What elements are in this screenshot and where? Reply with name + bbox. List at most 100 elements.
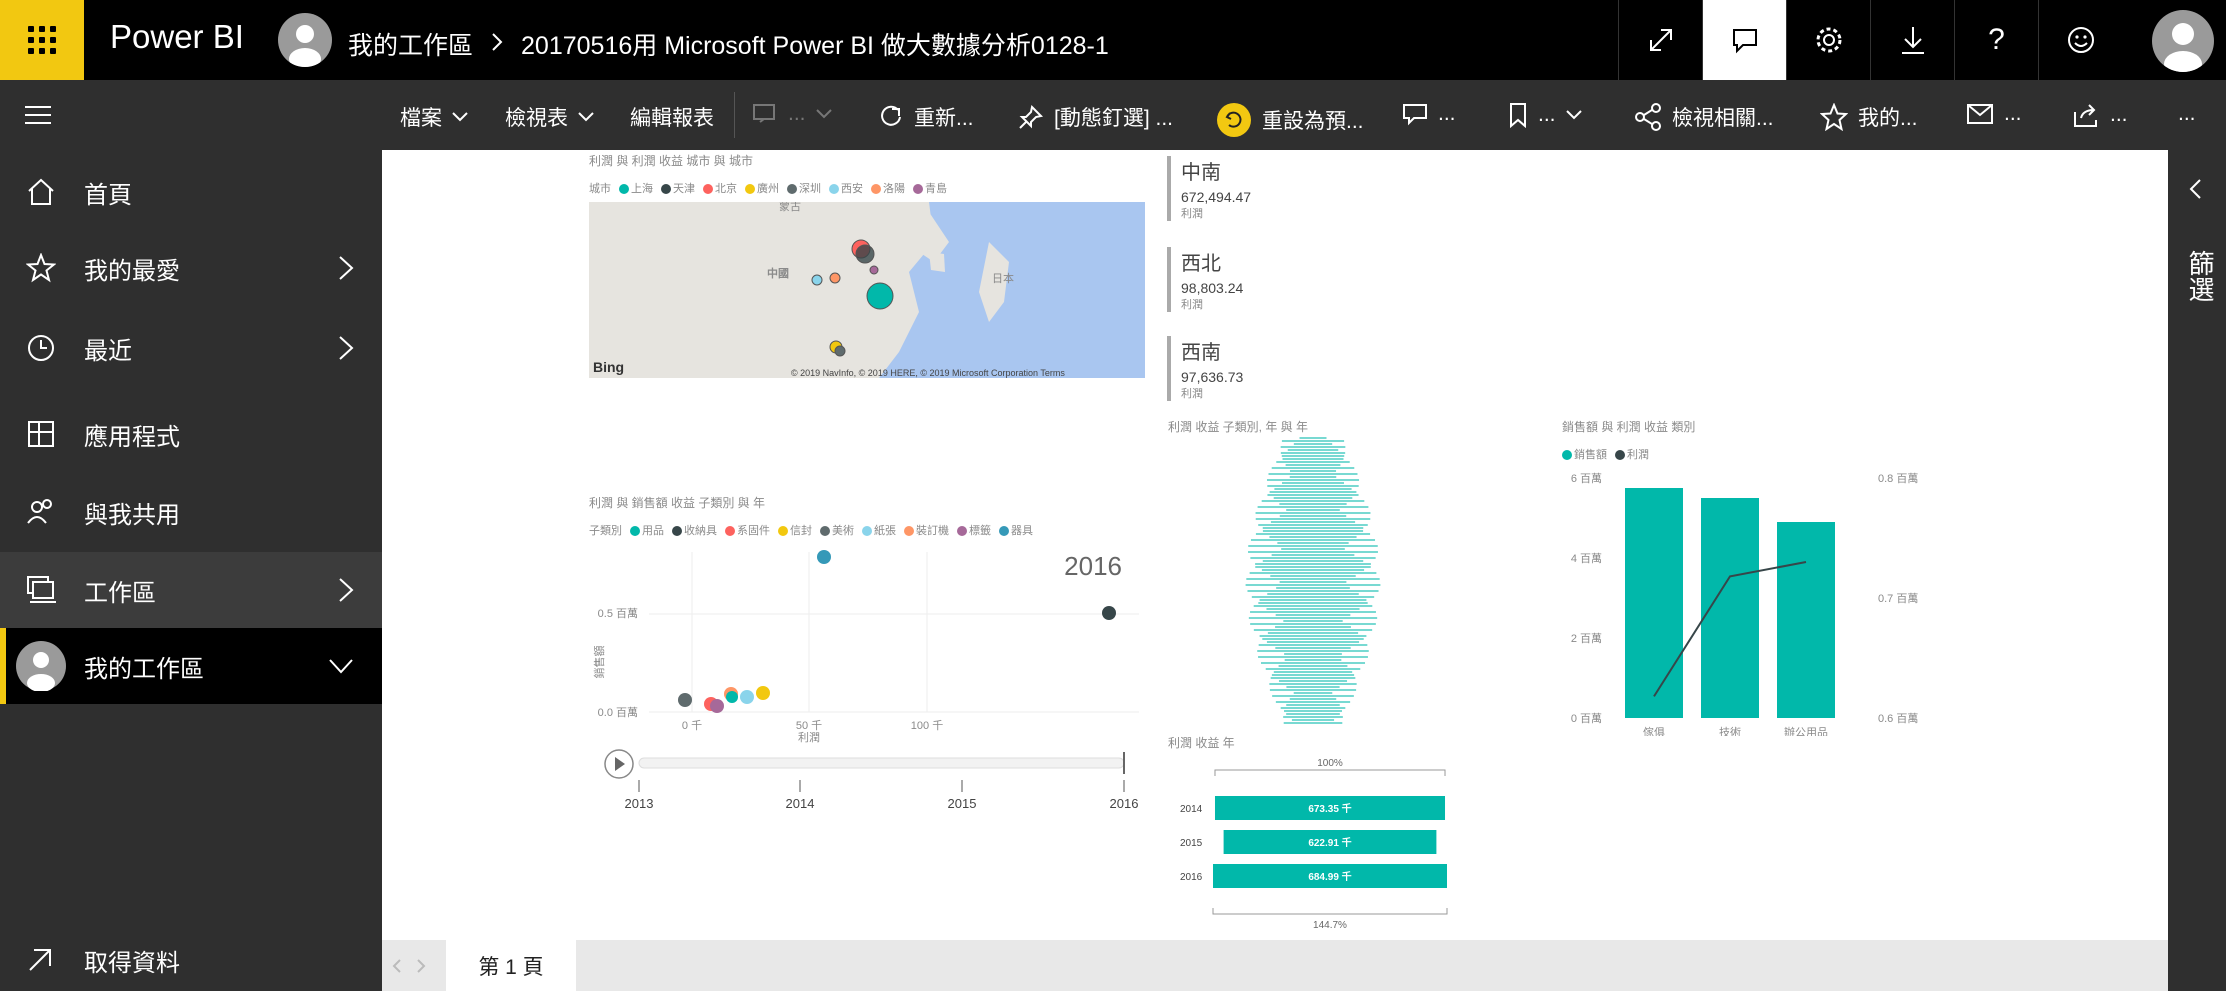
legend-item[interactable]: 洛陽 <box>871 180 905 196</box>
app-launcher-button[interactable] <box>0 0 84 80</box>
play-year-label[interactable]: 2015 <box>948 796 977 811</box>
legend-item[interactable]: 青島 <box>913 180 947 196</box>
chevron-right-icon[interactable] <box>338 577 354 603</box>
brand-title[interactable]: Power BI <box>110 18 244 56</box>
legend-item[interactable]: 用品 <box>630 522 664 538</box>
kpi-card[interactable]: 西南 97,636.73 利潤 <box>1167 336 1243 401</box>
sidebar-item-home[interactable]: 首頁 <box>0 154 382 230</box>
filter-pane[interactable]: 篩選 <box>2168 150 2226 991</box>
legend-item[interactable]: 信封 <box>778 522 812 538</box>
chevron-right-icon[interactable] <box>338 335 354 361</box>
legend-item[interactable]: 美術 <box>820 522 854 538</box>
feedback-button[interactable] <box>2038 0 2122 80</box>
comment-menu[interactable]: ... <box>1402 102 1456 126</box>
breadcrumb-workspace[interactable]: 我的工作區 <box>348 26 473 62</box>
map-copyright[interactable]: © 2019 NavInfo, © 2019 HERE, © 2019 Micr… <box>791 368 1065 378</box>
play-year-label[interactable]: 2013 <box>625 796 654 811</box>
city-bubble[interactable] <box>866 282 894 310</box>
tornado-visual[interactable] <box>1168 434 1458 734</box>
scatter-point[interactable] <box>678 693 692 707</box>
y2-tick-label: 0.7 百萬 <box>1878 592 1918 605</box>
fullscreen-button[interactable] <box>1618 0 1702 80</box>
user-avatar[interactable] <box>2152 10 2214 72</box>
y-tick-label: 6 百萬 <box>1571 472 1602 485</box>
legend-item[interactable]: 器具 <box>999 522 1033 538</box>
chevron-left-icon[interactable] <box>2188 178 2202 200</box>
hamburger-icon[interactable] <box>24 104 52 131</box>
sidebar-item-recent[interactable]: 最近 <box>0 310 382 386</box>
favorite-button[interactable]: 我的... <box>1820 102 1918 132</box>
bar[interactable] <box>1625 488 1683 718</box>
legend-item[interactable]: 利潤 <box>1615 446 1649 462</box>
legend-label: 美術 <box>832 525 854 537</box>
legend-label: 銷售額 <box>1574 449 1607 461</box>
more-options-button[interactable]: ... <box>2178 102 2196 126</box>
clock-icon <box>28 335 54 361</box>
funnel-visual[interactable]: 100% 144.7% 2014 2015 2016 673.35 千 622.9… <box>1168 750 1468 940</box>
legend-item[interactable]: 標籤 <box>957 522 991 538</box>
legend-item[interactable]: 天津 <box>661 180 695 196</box>
kpi-card[interactable]: 中南 672,494.47 利潤 <box>1167 156 1251 221</box>
get-data-label: 取得資料 <box>84 949 180 977</box>
legend-item[interactable]: 紙張 <box>862 522 896 538</box>
kpi-card[interactable]: 西北 98,803.24 利潤 <box>1167 247 1243 312</box>
sidebar-item-my-workspace[interactable]: 我的工作區 <box>0 628 382 704</box>
legend-label: 標籤 <box>969 525 991 537</box>
city-bubble[interactable] <box>811 274 823 286</box>
reset-default-button[interactable]: 重設為預... <box>1216 102 1364 138</box>
city-bubble[interactable] <box>829 272 841 284</box>
file-menu[interactable]: 檔案 <box>400 102 468 132</box>
chevron-right-icon[interactable] <box>416 958 426 974</box>
play-axis-track[interactable] <box>638 757 1125 769</box>
city-bubble[interactable] <box>869 265 879 275</box>
legend-item[interactable]: 收納具 <box>672 522 717 538</box>
page-tab[interactable]: 第 1 頁 <box>446 940 576 991</box>
legend-item[interactable]: 系固件 <box>725 522 770 538</box>
sidebar-item-favorites[interactable]: 我的最愛 <box>0 230 382 306</box>
legend-item[interactable]: 深圳 <box>787 180 821 196</box>
play-button[interactable] <box>604 749 634 779</box>
view-menu[interactable]: 檢視表 <box>505 102 594 132</box>
edit-report-button[interactable]: 編輯報表 <box>630 102 714 132</box>
scatter-visual[interactable]: 2016 0.5 百萬 0.0 百萬 銷售額 0 千 50 千 100 千 利潤… <box>589 542 1149 822</box>
city-bubble[interactable] <box>855 244 875 264</box>
comments-button[interactable] <box>1702 0 1786 80</box>
map-visual[interactable]: 蒙古 中國 日本 Bing © 2019 NavInfo, © 2019 HER… <box>589 202 1145 378</box>
filters-label[interactable]: 篩選 <box>2182 250 2219 302</box>
bar[interactable] <box>1777 522 1835 718</box>
scatter-point[interactable] <box>756 686 770 700</box>
legend-item[interactable]: 上海 <box>619 180 653 196</box>
subscribe-button[interactable]: ... <box>1966 102 2022 126</box>
share-button[interactable]: ... <box>2072 102 2128 128</box>
legend-item[interactable]: 北京 <box>703 180 737 196</box>
refresh-button[interactable]: 重新... <box>878 102 974 132</box>
legend-item[interactable]: 銷售額 <box>1562 446 1607 462</box>
chevron-left-icon[interactable] <box>392 958 402 974</box>
help-button[interactable]: ? <box>1954 0 2038 80</box>
scatter-point[interactable] <box>710 699 724 713</box>
scatter-point[interactable] <box>1102 606 1116 620</box>
get-data-button[interactable]: 取得資料 <box>0 928 382 992</box>
legend-item[interactable]: 廣州 <box>745 180 779 196</box>
bookmark-menu[interactable]: ... <box>1508 102 1582 128</box>
play-year-label[interactable]: 2014 <box>786 796 815 811</box>
pin-live-button[interactable]: [動態釘選] ... <box>1018 102 1173 132</box>
breadcrumb-report[interactable]: 20170516用 Microsoft Power BI 做大數據分析0128-… <box>521 26 1109 62</box>
sidebar-item-label: 我的最愛 <box>84 257 180 285</box>
scatter-point[interactable] <box>726 691 738 703</box>
combo-visual[interactable]: 6 百萬 4 百萬 2 百萬 0 百萬 0.8 百萬 0.7 百萬 0.6 百萬… <box>1562 466 1982 736</box>
sidebar-item-workspaces[interactable]: 工作區 <box>0 552 382 628</box>
legend-item[interactable]: 西安 <box>829 180 863 196</box>
view-related-button[interactable]: 檢視相關... <box>1634 102 1774 132</box>
city-bubble[interactable] <box>834 345 846 357</box>
settings-button[interactable] <box>1786 0 1870 80</box>
legend-item[interactable]: 裝訂機 <box>904 522 949 538</box>
scatter-point[interactable] <box>740 690 754 704</box>
play-year-label[interactable]: 2016 <box>1110 796 1139 811</box>
sidebar-item-shared[interactable]: 與我共用 <box>0 474 382 550</box>
scatter-point[interactable] <box>817 550 831 564</box>
chevron-right-icon[interactable] <box>338 255 354 281</box>
download-button[interactable] <box>1870 0 1954 80</box>
chevron-down-icon[interactable] <box>328 658 354 674</box>
sidebar-item-apps[interactable]: 應用程式 <box>0 396 382 472</box>
